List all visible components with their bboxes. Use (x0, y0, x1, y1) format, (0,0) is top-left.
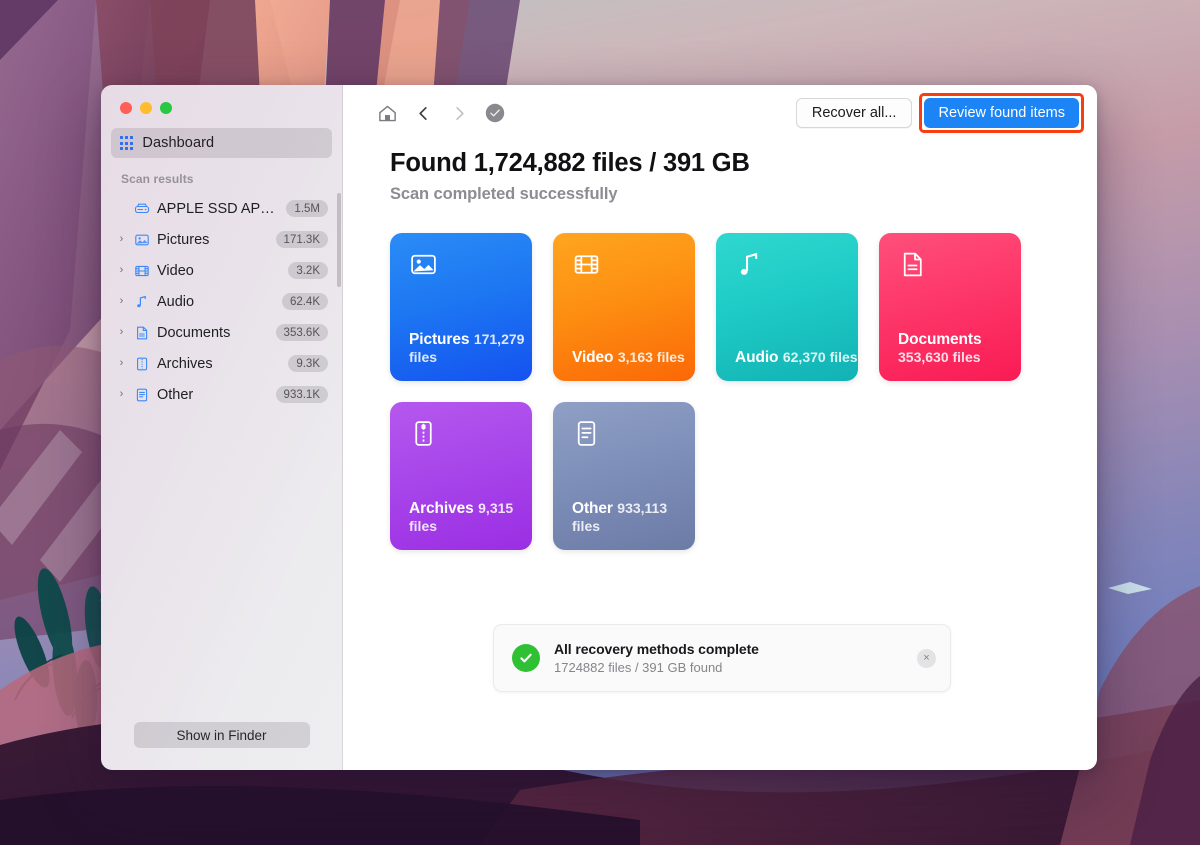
maximize-button[interactable] (160, 102, 172, 114)
review-found-items-button[interactable]: Review found items (924, 98, 1079, 128)
card-text-block: Pictures 171,279 files (409, 331, 532, 367)
sidebar-item-dashboard[interactable]: Dashboard (111, 128, 332, 158)
card-title: Archives (409, 500, 474, 517)
review-found-items-wrapper: Review found items (919, 93, 1084, 133)
sidebar-item-label: Documents (157, 324, 231, 341)
traffic-light-controls (101, 85, 342, 114)
card-text-block: Documents 353,630 files (898, 331, 1021, 367)
picture-icon (133, 231, 150, 248)
sidebar-section-title: Scan results (121, 172, 194, 186)
picture-icon (409, 250, 532, 279)
sidebar-scrollbar[interactable] (336, 193, 341, 287)
sidebar-footer: Show in Finder (101, 722, 342, 770)
disclosure-triangle[interactable]: › (117, 327, 126, 338)
sidebar-item-label: Dashboard (142, 135, 215, 151)
film-icon (572, 250, 695, 279)
sidebar-item-other[interactable]: › Other 933.1K (101, 379, 342, 410)
disclosure-triangle[interactable]: › (117, 265, 126, 276)
card-title: Video (572, 349, 614, 366)
close-icon[interactable]: × (917, 648, 936, 668)
film-icon (133, 262, 150, 279)
sidebar-item-count: 3.2K (288, 262, 328, 279)
page-subtitle: Scan completed successfully (390, 185, 618, 203)
category-card-audio[interactable]: Audio 62,370 files (716, 233, 858, 381)
document-icon (133, 324, 150, 341)
card-text-block: Audio 62,370 files (735, 349, 858, 367)
category-card-pictures[interactable]: Pictures 171,279 files (390, 233, 532, 381)
card-text-block: Video 3,163 files (572, 349, 685, 367)
sidebar-item-label: Video (157, 262, 194, 279)
sidebar-item-video[interactable]: › Video 3.2K (101, 255, 342, 286)
sidebar-item-label: Other (157, 386, 194, 403)
content-area: Recover all... Review found items Found … (343, 85, 1097, 770)
toast-body: All recovery methods complete 1724882 fi… (554, 641, 903, 675)
sidebar-item-count: 9.3K (288, 355, 328, 372)
card-title: Other (572, 500, 613, 517)
sidebar-item-count: 933.1K (275, 386, 328, 403)
check-circle-filled-icon (512, 644, 540, 672)
toast-subtitle: 1724882 files / 391 GB found (554, 660, 723, 675)
disclosure-triangle[interactable]: › (117, 389, 126, 400)
document-icon (898, 250, 1021, 279)
card-count: 3,163 files (617, 349, 685, 365)
check-circle-icon[interactable] (477, 97, 513, 129)
toolbar: Recover all... Review found items (343, 85, 1097, 141)
music-note-icon (735, 250, 858, 279)
sidebar-item-audio[interactable]: › Audio 62.4K (101, 286, 342, 317)
card-text-block: Other 933,113 files (572, 500, 695, 536)
category-card-video[interactable]: Video 3,163 files (553, 233, 695, 381)
archive-icon (409, 419, 532, 448)
sidebar-item-documents[interactable]: › Documents 353.6K (101, 317, 342, 348)
sidebar-item-apple-ssd[interactable]: › APPLE SSD AP0... 1.5M (101, 193, 342, 224)
list-doc-icon (572, 419, 695, 448)
sidebar-item-count: 353.6K (275, 324, 328, 341)
sidebar-item-archives[interactable]: › Archives 9.3K (101, 348, 342, 379)
sidebar-item-pictures[interactable]: › Pictures 171.3K (101, 224, 342, 255)
category-card-other[interactable]: Other 933,113 files (553, 402, 695, 550)
headline-block: Found 1,724,882 files / 391 GB Scan comp… (343, 141, 1097, 204)
notification-toast: All recovery methods complete 1724882 fi… (493, 624, 951, 692)
desktop-background: Dashboard Scan results › APPLE SSD (0, 0, 1200, 845)
category-card-documents[interactable]: Documents 353,630 files (879, 233, 1021, 381)
grid-icon (120, 136, 134, 150)
category-card-archives[interactable]: Archives 9,315 files (390, 402, 532, 550)
chevron-right-icon[interactable] (441, 97, 477, 129)
recover-all-button[interactable]: Recover all... (795, 98, 913, 128)
sidebar-item-count: 171.3K (275, 231, 328, 248)
disclosure-triangle[interactable]: › (117, 358, 126, 369)
sidebar-item-count: 62.4K (281, 293, 328, 310)
card-title: Audio (735, 349, 779, 366)
sidebar-item-label: Audio (157, 293, 195, 310)
sidebar-item-label: Pictures (157, 231, 210, 248)
disclosure-triangle[interactable]: › (117, 234, 126, 245)
sidebar-item-label: APPLE SSD AP0... (157, 200, 280, 217)
app-window: Dashboard Scan results › APPLE SSD (101, 85, 1097, 770)
sidebar-scroll-area: Dashboard Scan results › APPLE SSD (101, 114, 342, 722)
archive-icon (133, 355, 150, 372)
category-card-grid: Pictures 171,279 files Video 3,163 files… (390, 233, 1021, 550)
home-icon[interactable] (369, 97, 405, 129)
disclosure-triangle[interactable]: › (117, 296, 126, 307)
music-note-icon (133, 293, 150, 310)
sidebar: Dashboard Scan results › APPLE SSD (101, 85, 343, 770)
minimize-button[interactable] (140, 102, 152, 114)
close-button[interactable] (120, 102, 132, 114)
card-text-block: Archives 9,315 files (409, 500, 532, 536)
sidebar-item-label: Archives (157, 355, 213, 372)
toast-title: All recovery methods complete (554, 641, 759, 657)
card-title: Pictures (409, 331, 470, 348)
card-title: Documents (898, 331, 982, 348)
chevron-left-icon[interactable] (405, 97, 441, 129)
list-doc-icon (133, 386, 150, 403)
card-count: 62,370 files (782, 349, 858, 365)
drive-icon (133, 200, 150, 217)
page-title: Found 1,724,882 files / 391 GB (390, 149, 750, 177)
show-in-finder-button[interactable]: Show in Finder (133, 722, 310, 748)
sidebar-item-count: 1.5M (286, 200, 328, 217)
card-count: 353,630 files (898, 349, 981, 365)
